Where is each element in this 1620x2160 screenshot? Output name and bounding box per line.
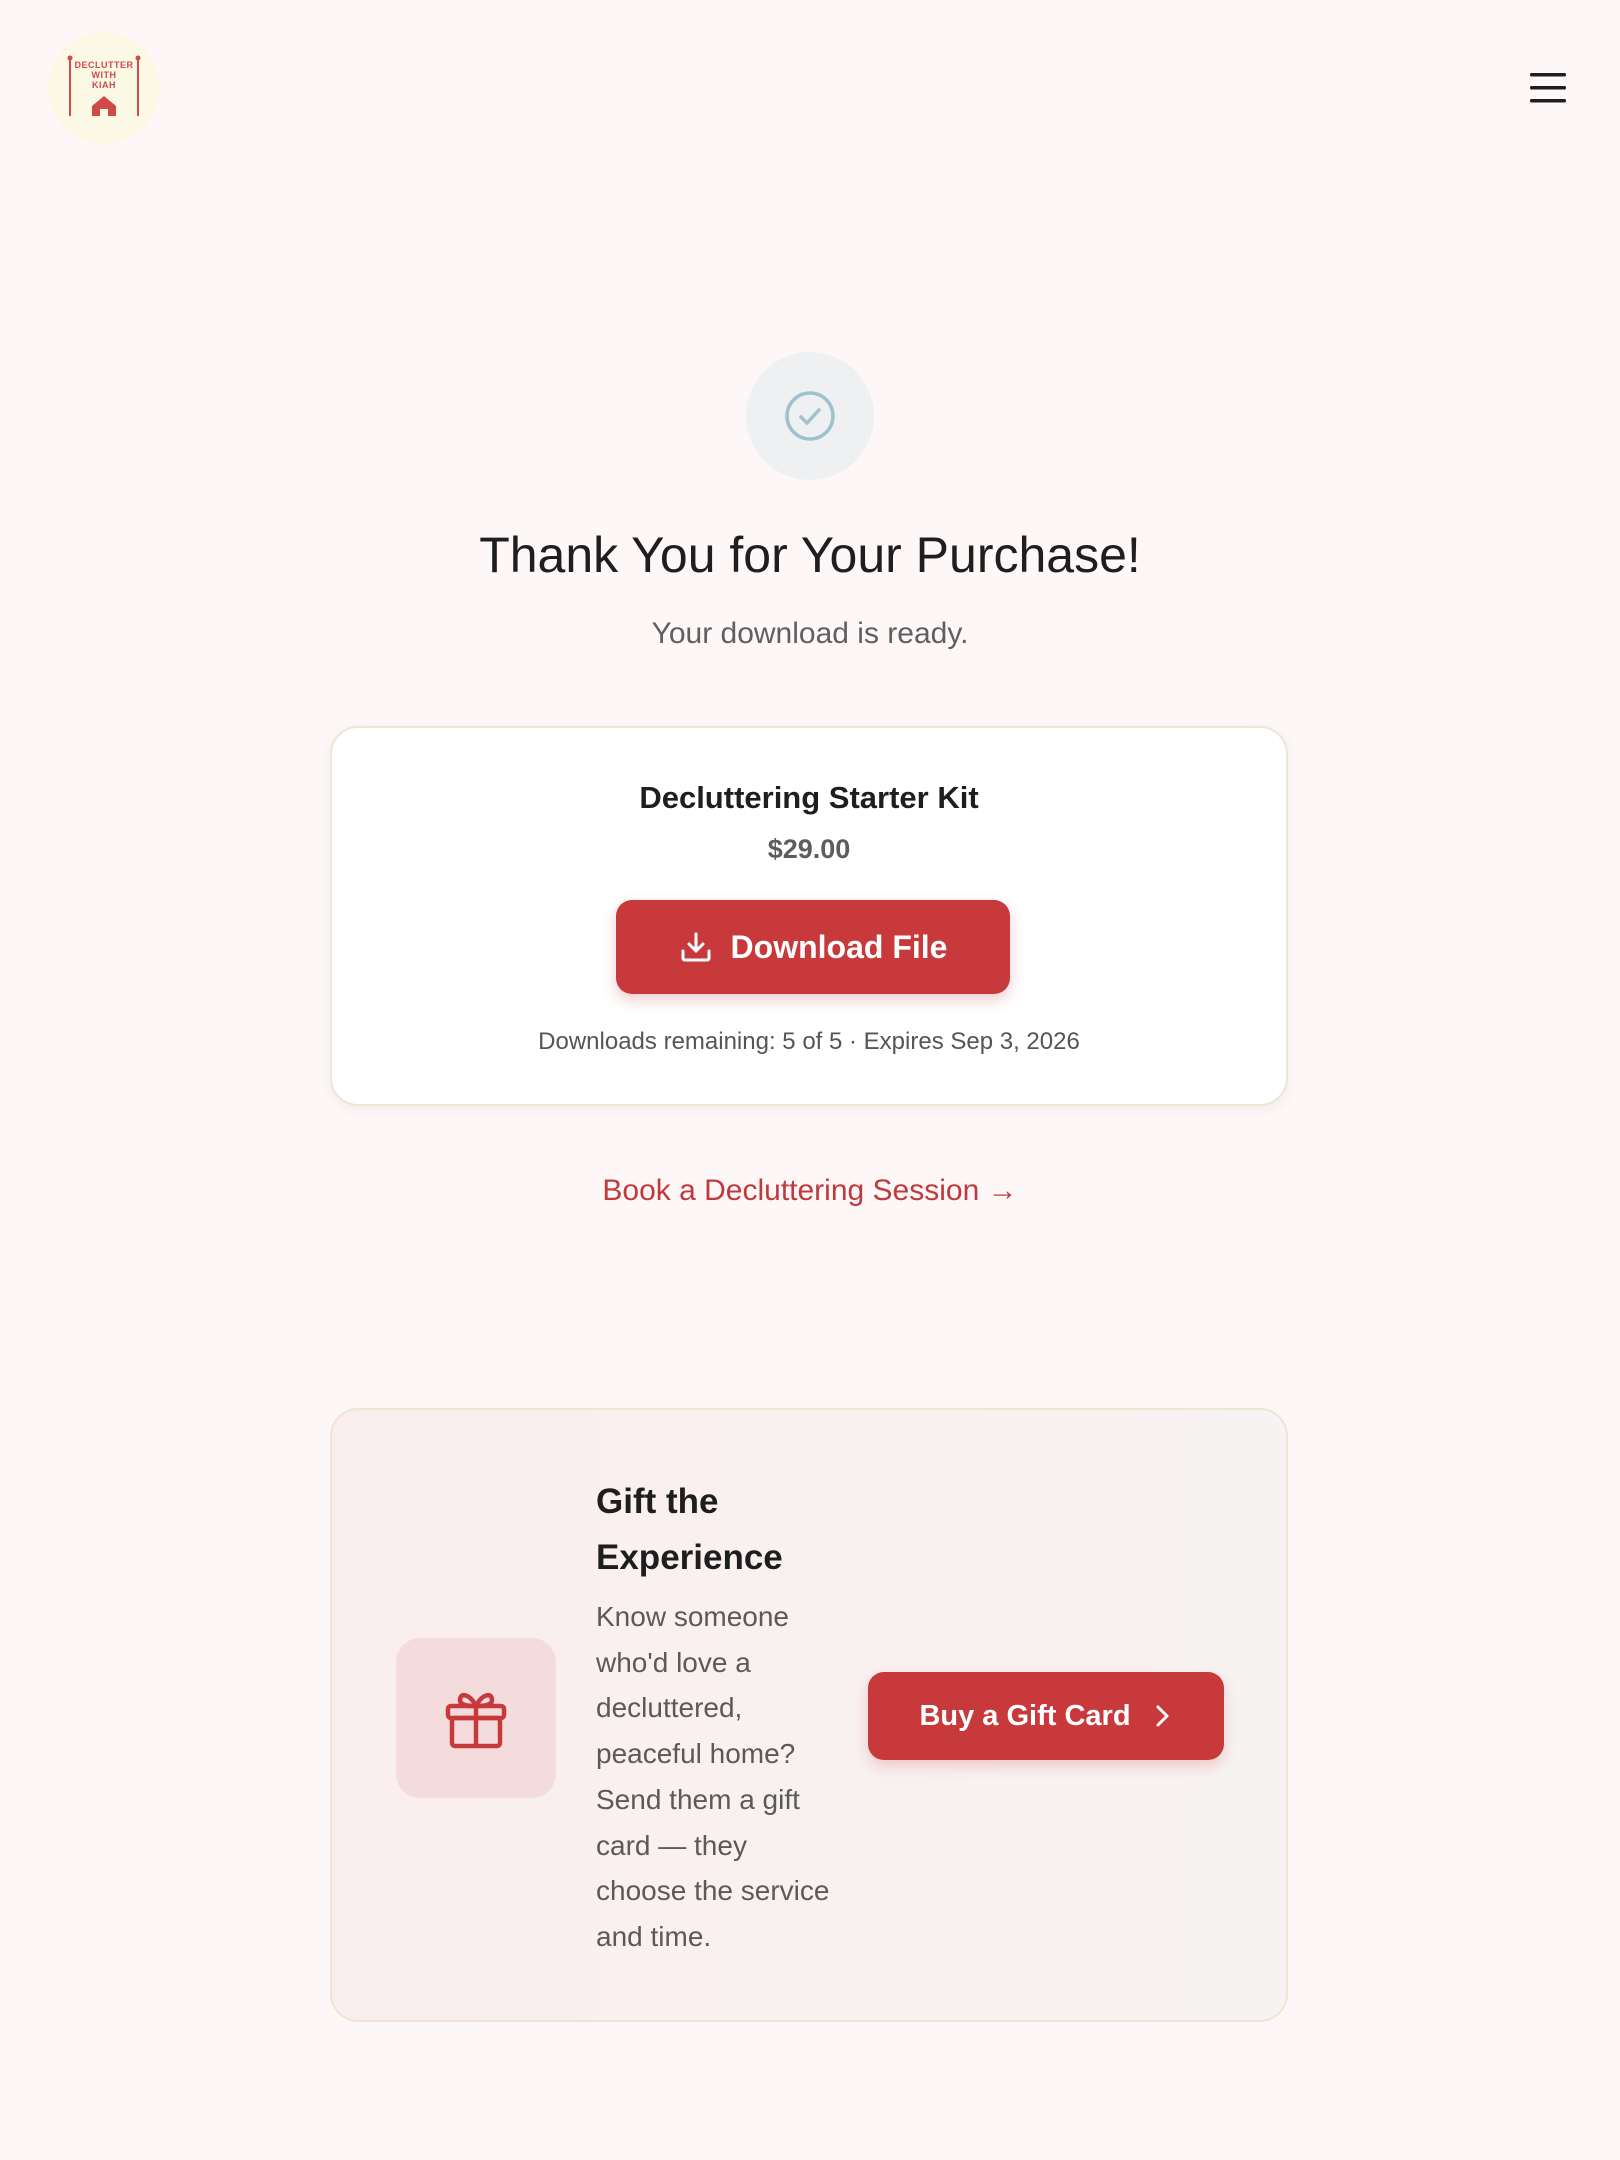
logo[interactable]: DECLUTTER WITH KIAH [48,32,160,144]
check-circle-icon [785,391,835,441]
download-icon [681,932,711,962]
logo-text-line: DECLUTTER [74,60,134,70]
gift-promo-card: Gift the Experience Know someone who'd l… [330,1408,1288,2022]
buy-gift-card-button[interactable]: Buy a Gift Card [868,1672,1224,1760]
gift-button-label: Buy a Gift Card [919,1699,1131,1732]
book-session-link-row: Book a Decluttering Session → [0,1174,1620,1208]
logo-text: DECLUTTER WITH KIAH [48,60,160,90]
product-name: Decluttering Starter Kit [639,780,979,815]
page-subtitle: Your download is ready. [651,617,969,650]
download-button-label: Download File [730,928,948,965]
gift-description: Know someone who'd love a decluttered, p… [596,1601,830,1952]
hamburger-menu-icon [1530,73,1566,103]
page-title: Thank You for Your Purchase! [479,527,1141,583]
logo-text-line: KIAH [92,80,116,90]
chevron-right-icon [1156,1705,1169,1727]
download-file-button[interactable]: Download File [616,900,1010,994]
product-price: $29.00 [767,834,851,864]
gift-icon-box [396,1638,556,1798]
menu-button[interactable] [1524,66,1572,110]
gift-title: Gift the Experience [596,1482,783,1577]
book-session-link[interactable]: Book a Decluttering Session → [602,1174,1017,1207]
download-meta: Downloads remaining: 5 of 5 · Expires Se… [538,1028,1080,1055]
gift-icon [445,1692,507,1749]
logo-text-line: WITH [91,70,117,80]
download-card: Decluttering Starter Kit $29.00 Download… [330,726,1288,1106]
success-badge [746,352,874,480]
